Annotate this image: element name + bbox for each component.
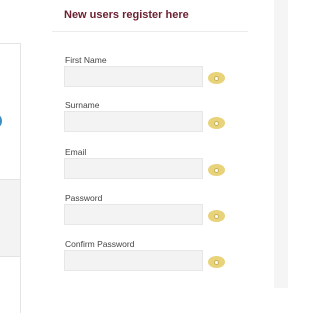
register-heading: New users register here	[64, 9, 189, 21]
email-input[interactable]	[64, 158, 203, 179]
eye-pupil	[214, 75, 219, 81]
left-panel-shaded-row	[0, 179, 20, 257]
password-field: Password	[64, 193, 234, 233]
eye-pupil	[214, 213, 219, 219]
confirm-password-label: Confirm Password	[65, 239, 135, 249]
surname-field: Surname	[64, 100, 234, 140]
eye-icon[interactable]	[208, 256, 225, 268]
eye-pupil	[214, 167, 219, 173]
password-input[interactable]	[64, 204, 203, 225]
eye-pupil	[214, 259, 219, 265]
confirm-password-field: Confirm Password	[64, 239, 234, 279]
password-label: Password	[65, 193, 103, 203]
eye-icon[interactable]	[208, 72, 225, 84]
eye-icon[interactable]	[208, 117, 225, 129]
surname-label: Surname	[65, 100, 100, 110]
eye-icon[interactable]	[208, 164, 225, 176]
first-name-input[interactable]	[64, 66, 203, 87]
eye-icon[interactable]	[208, 210, 225, 222]
eye-pupil	[214, 120, 219, 126]
email-field: Email	[64, 147, 234, 187]
first-name-label: First Name	[65, 55, 107, 65]
heading-divider	[52, 31, 248, 32]
first-name-field: First Name	[64, 55, 234, 95]
email-label: Email	[65, 147, 87, 157]
right-panel	[274, 0, 288, 288]
surname-input[interactable]	[64, 111, 203, 132]
left-panel	[0, 43, 21, 313]
circle-icon	[0, 113, 2, 129]
confirm-password-input[interactable]	[64, 250, 203, 271]
